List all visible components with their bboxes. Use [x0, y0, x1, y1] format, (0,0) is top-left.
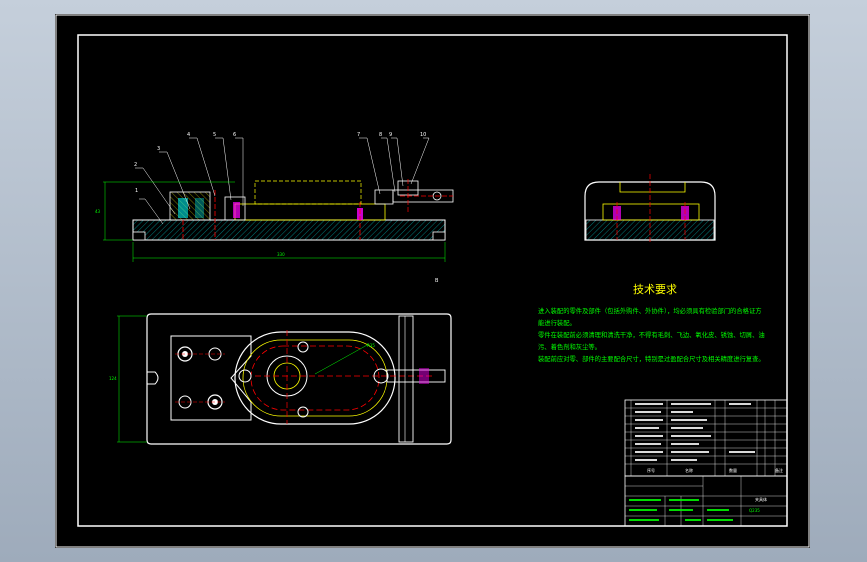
outer-border: [55, 14, 810, 548]
balloon-10: 10: [420, 132, 426, 138]
balloon-7: 7: [357, 132, 360, 138]
dim-front-height: 43: [95, 209, 101, 214]
tech-req-line-3: 零件在装配前必须清理和清洗干净，不得有毛刺、飞边、氧化皮、锈蚀、切屑、油: [538, 330, 765, 339]
section-mark: B: [435, 278, 439, 284]
col-no: 序号: [647, 467, 655, 473]
sheet-code: Q235: [749, 508, 760, 513]
cad-viewport[interactable]: 1 2 3 4 5 6 7 8 9 10 43 330 B R35 124 技术…: [0, 0, 867, 562]
tech-req-line-5: 装配前应对零、部件的主要配合尺寸，特别是过盈配合尺寸及相关精度进行复查。: [538, 354, 765, 363]
technical-requirements: 技术要求 进入装配的零件及部件（包括外购件、外协件），均必须具有检验部门的合格证…: [538, 283, 765, 363]
balloon-6: 6: [233, 132, 236, 138]
balloon-4: 4: [187, 132, 190, 138]
tech-req-title: 技术要求: [633, 283, 677, 296]
col-remark: 备注: [775, 467, 783, 473]
front-section-view: 1 2 3 4 5 6 7 8 9 10 43 330 B: [95, 132, 454, 284]
balloon-2: 2: [134, 162, 137, 168]
dim-plan-radius: R35: [367, 343, 375, 348]
parts-list: 序号 名称 数量 备注: [624, 399, 788, 477]
balloon-5: 5: [213, 132, 216, 138]
title-block: 夹具体 Q235: [624, 475, 788, 527]
plan-view: R35 124: [109, 313, 452, 445]
balloon-1: 1: [135, 188, 138, 194]
tech-req-line-1: 进入装配的零件及部件（包括外购件、外协件），均必须具有检验部门的合格证方: [538, 306, 762, 315]
col-name: 名称: [685, 467, 693, 473]
balloon-3: 3: [157, 146, 160, 152]
col-qty: 数量: [729, 467, 737, 473]
tech-req-line-4: 污、着色剂和灰尘等。: [538, 342, 601, 351]
tech-req-line-2: 能进行装配。: [538, 318, 576, 327]
balloon-9: 9: [389, 132, 392, 138]
dim-plan-height: 124: [109, 376, 117, 381]
drawing-canvas: 1 2 3 4 5 6 7 8 9 10 43 330 B R35 124 技术…: [55, 14, 810, 548]
drawing-title: 夹具体: [755, 496, 767, 502]
dim-front-length: 330: [277, 252, 285, 257]
balloon-8: 8: [379, 132, 382, 138]
side-view: [584, 174, 716, 244]
drawing-sheet[interactable]: 1 2 3 4 5 6 7 8 9 10 43 330 B R35 124 技术…: [55, 14, 810, 548]
